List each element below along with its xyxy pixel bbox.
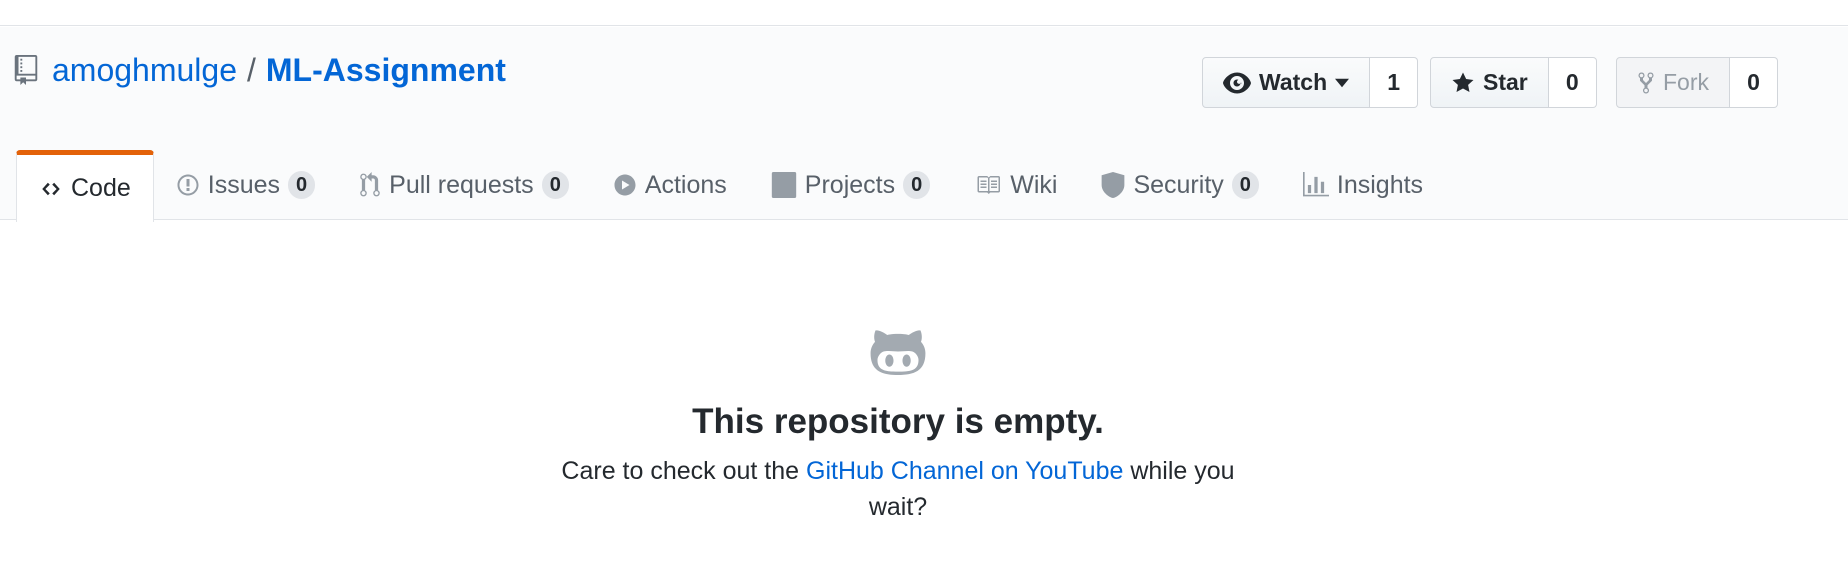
message-text-before: Care to check out the — [561, 457, 807, 485]
tab-actions[interactable]: Actions — [591, 150, 749, 220]
tab-security[interactable]: Security 0 — [1079, 150, 1280, 220]
watch-label: Watch — [1259, 69, 1328, 95]
watch-group: Watch 1 — [1202, 57, 1419, 108]
watch-button[interactable]: Watch — [1202, 57, 1371, 108]
book-icon — [977, 176, 1001, 194]
tab-insights-label: Insights — [1336, 170, 1424, 199]
shield-icon — [1102, 172, 1125, 198]
tab-issues[interactable]: Issues 0 — [154, 150, 337, 220]
repo-name-link[interactable]: ML-Assignment — [266, 52, 506, 89]
fork-icon — [1638, 71, 1654, 94]
play-icon — [614, 174, 636, 196]
tab-wiki-label: Wiki — [1010, 170, 1058, 199]
tab-code[interactable]: Code — [16, 150, 154, 222]
star-group: Star 0 — [1430, 57, 1597, 108]
tab-pull-requests[interactable]: Pull requests 0 — [337, 150, 591, 220]
tab-issues-count: 0 — [288, 171, 316, 199]
star-icon — [1452, 72, 1474, 92]
star-label: Star — [1483, 69, 1528, 95]
tab-pull-requests-count: 0 — [541, 171, 569, 199]
graph-icon — [1302, 172, 1329, 197]
empty-repo-message: Care to check out the GitHub Channel on … — [536, 453, 1260, 525]
pull-request-icon — [360, 172, 380, 197]
tab-security-label: Security — [1133, 170, 1224, 199]
tab-wiki[interactable]: Wiki — [952, 150, 1079, 220]
fork-count[interactable]: 0 — [1730, 57, 1778, 108]
tab-code-label: Code — [71, 174, 131, 202]
star-count[interactable]: 0 — [1548, 57, 1597, 108]
tab-actions-label: Actions — [644, 170, 727, 199]
issue-icon — [177, 174, 199, 196]
repo-owner-link[interactable]: amoghmulge — [52, 52, 237, 89]
fork-group: Fork 0 — [1616, 57, 1778, 108]
repo-icon — [14, 53, 42, 87]
repo-nav-tabs: Code Issues 0 Pull requests 0 Actions Pr… — [16, 150, 1445, 222]
tab-projects[interactable]: Projects 0 — [749, 150, 952, 220]
octoface-icon — [869, 327, 927, 380]
eye-icon — [1223, 72, 1251, 93]
fork-label: Fork — [1663, 69, 1709, 95]
star-button[interactable]: Star — [1430, 57, 1549, 108]
tab-security-count: 0 — [1231, 171, 1259, 199]
repo-title: amoghmulge / ML-Assignment — [14, 50, 506, 90]
tab-issues-label: Issues — [207, 170, 281, 199]
watch-count[interactable]: 1 — [1370, 57, 1419, 108]
caret-down-icon — [1335, 78, 1350, 87]
tab-insights[interactable]: Insights — [1281, 150, 1445, 220]
empty-repo-title: This repository is empty. — [692, 402, 1104, 441]
path-separator: / — [247, 51, 256, 88]
tab-projects-label: Projects — [804, 170, 896, 199]
top-strip — [0, 0, 1848, 26]
tab-pull-requests-label: Pull requests — [389, 170, 534, 199]
project-icon — [771, 172, 796, 198]
code-icon — [42, 182, 60, 195]
tab-projects-count: 0 — [903, 171, 931, 199]
fork-button[interactable]: Fork — [1616, 57, 1730, 108]
youtube-channel-link[interactable]: GitHub Channel on YouTube — [806, 457, 1123, 485]
